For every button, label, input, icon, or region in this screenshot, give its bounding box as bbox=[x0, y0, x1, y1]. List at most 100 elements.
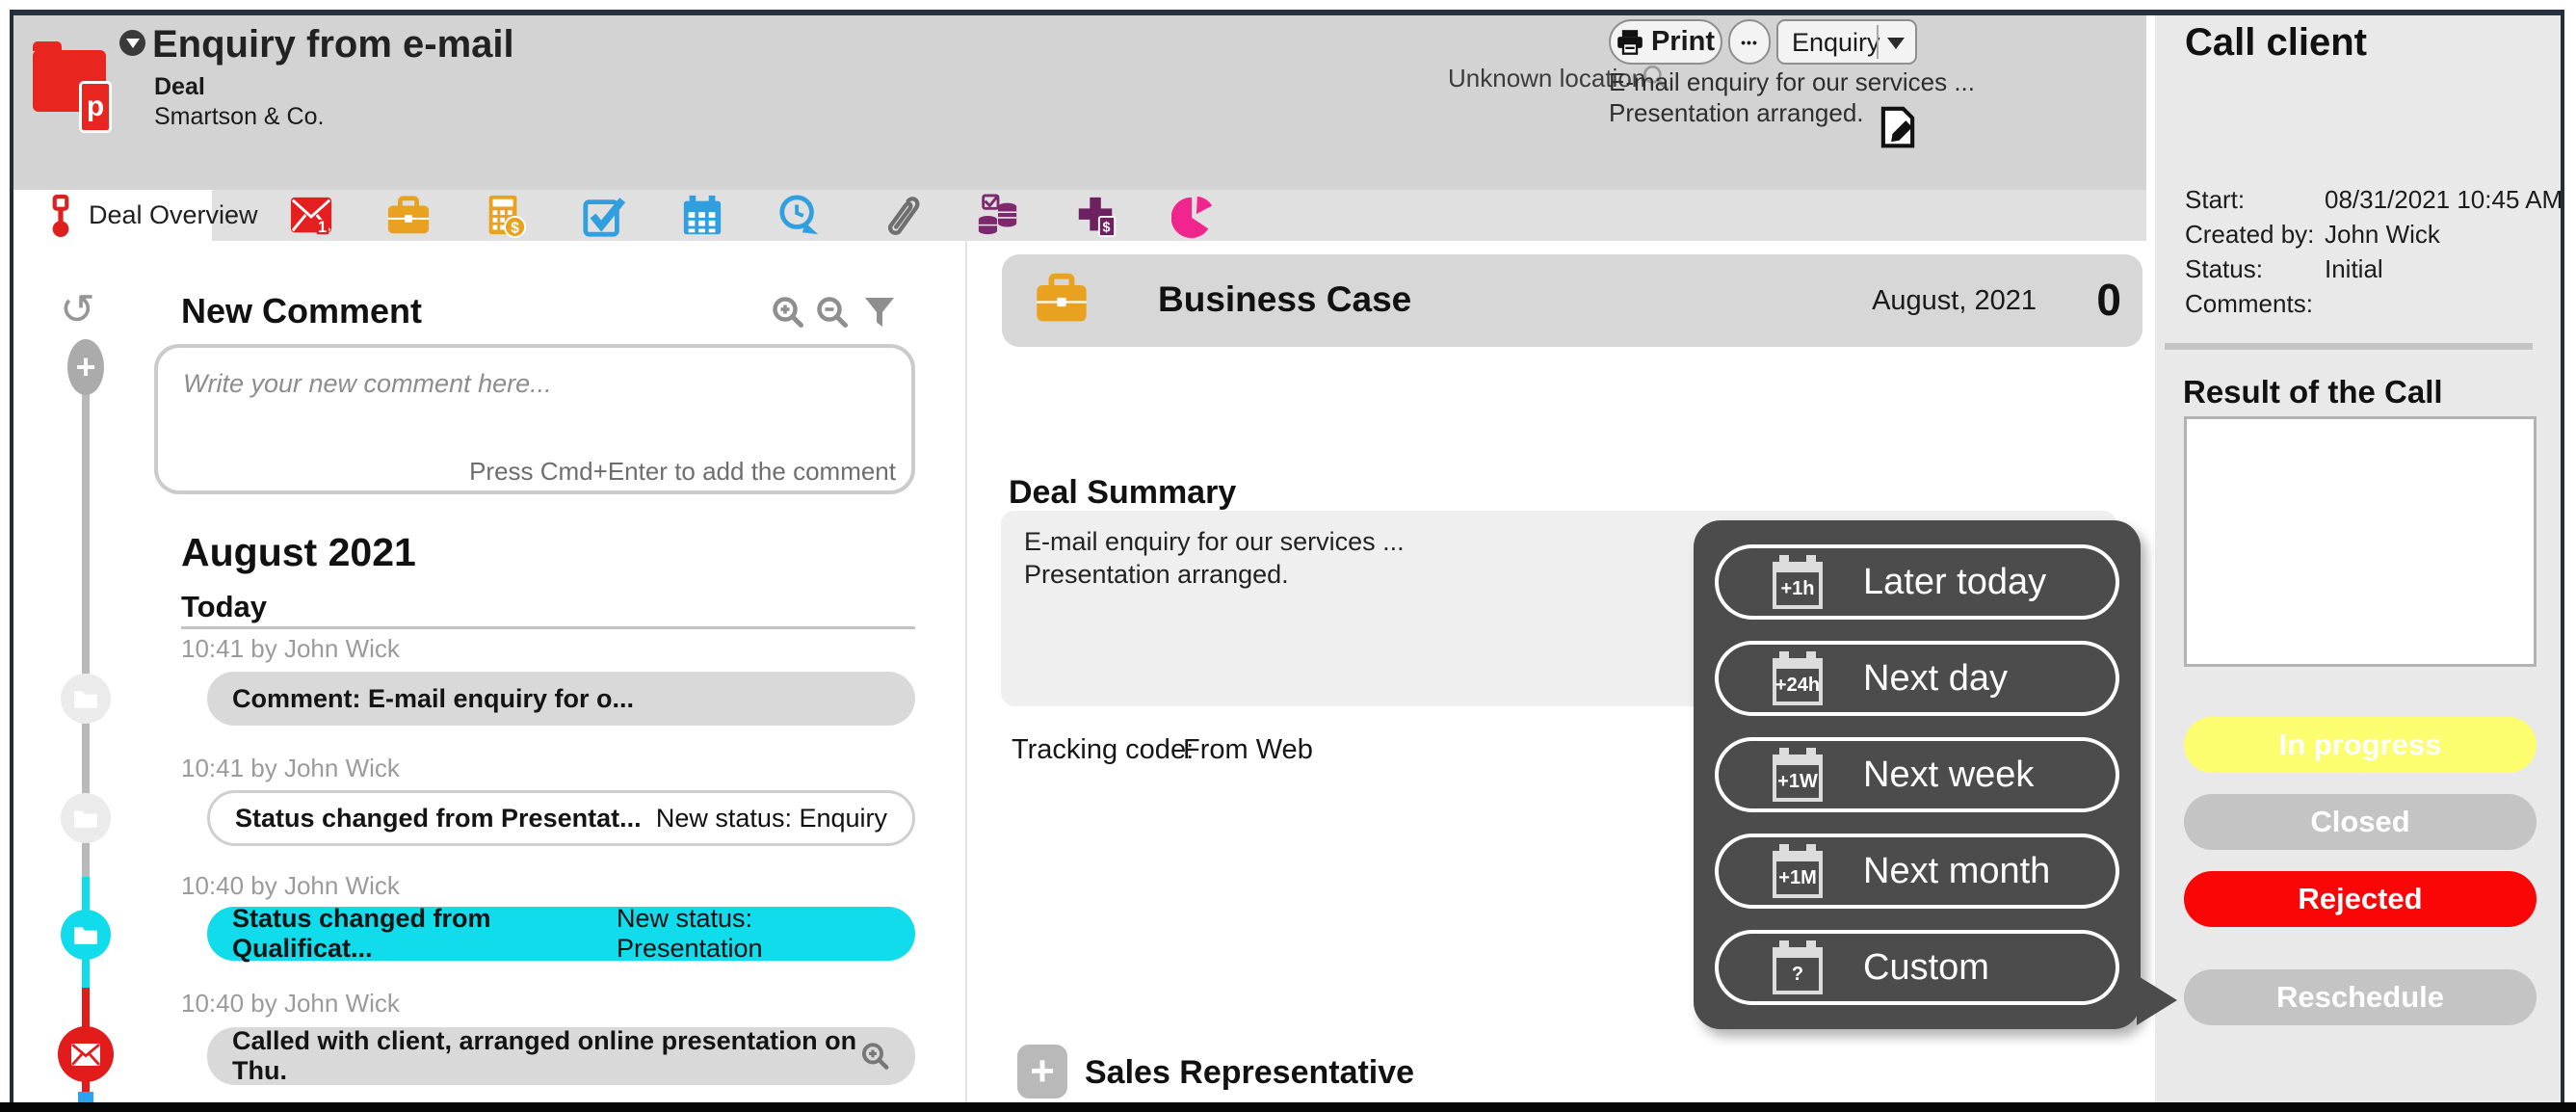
print-button[interactable]: Print bbox=[1609, 19, 1722, 65]
in-progress-button[interactable]: In progress bbox=[2184, 717, 2537, 773]
call-panel-title: Call client bbox=[2185, 21, 2367, 65]
tab-email-icon[interactable]: 1 bbox=[289, 194, 333, 238]
menu-item-label: Custom bbox=[1863, 947, 1989, 989]
zoom-in-icon[interactable] bbox=[771, 295, 805, 330]
day-header: Today bbox=[181, 590, 267, 624]
caret-down-icon bbox=[1887, 38, 1905, 49]
menu-item-later-today[interactable]: +1h Later today bbox=[1715, 544, 2119, 620]
menu-item-next-month[interactable]: +1M Next month bbox=[1715, 834, 2119, 909]
button-label: Reschedule bbox=[2276, 980, 2444, 1015]
zoom-out-icon[interactable] bbox=[815, 295, 850, 330]
menu-item-next-week[interactable]: +1W Next week bbox=[1715, 737, 2119, 812]
feed-item-time: 10:40 by John Wick bbox=[181, 871, 400, 901]
business-case-title: Business Case bbox=[1158, 279, 1411, 320]
result-of-call-input[interactable] bbox=[2184, 416, 2537, 667]
timeline-node-email[interactable] bbox=[58, 1026, 114, 1082]
day-divider bbox=[181, 626, 915, 629]
timeline-add-node[interactable]: + bbox=[67, 339, 104, 395]
feed-item-new-status: New status: Presentation bbox=[617, 904, 890, 964]
timeline-node-status1[interactable] bbox=[61, 793, 111, 843]
menu-item-label: Next day bbox=[1863, 658, 2008, 700]
calendar-plus-icon: +1M bbox=[1773, 844, 1823, 898]
menu-item-label: Next week bbox=[1863, 755, 2034, 796]
filter-icon[interactable] bbox=[862, 295, 897, 330]
printer-icon bbox=[1617, 29, 1643, 56]
app-logo: p bbox=[33, 50, 106, 112]
field-label: Status: bbox=[2185, 254, 2263, 284]
tab-deal-overview[interactable]: Deal Overview bbox=[13, 190, 212, 241]
field-value: John Wick bbox=[2325, 220, 2440, 250]
deal-summary-line1: E-mail enquiry for our services ... bbox=[1024, 527, 1405, 557]
edit-note-icon[interactable] bbox=[1877, 106, 1919, 148]
field-value: 08/31/2021 10:45 AM bbox=[2325, 185, 2563, 215]
feed-item-text: Status changed from Presentat... bbox=[235, 804, 642, 834]
feed-item-time: 10:41 by John Wick bbox=[181, 754, 400, 783]
menu-item-next-day[interactable]: +24h Next day bbox=[1715, 641, 2119, 716]
tracking-code-value: From Web bbox=[1183, 734, 1313, 766]
header-summary-line1: E-mail enquiry for our services ... bbox=[1609, 67, 1975, 97]
category-dropdown[interactable]: Enquiry bbox=[1776, 19, 1917, 65]
sales-rep-title: Sales Representative bbox=[1085, 1054, 1414, 1092]
field-label: Comments: bbox=[2185, 289, 2313, 319]
timeline-node-status2[interactable] bbox=[61, 910, 111, 960]
deal-summary-line2: Presentation arranged. bbox=[1024, 560, 1289, 590]
tab-activity-clock-icon[interactable] bbox=[777, 194, 822, 238]
menu-item-custom[interactable]: ? Custom bbox=[1715, 930, 2119, 1005]
sales-rep-add-button[interactable]: + bbox=[1017, 1045, 1067, 1099]
closed-button[interactable]: Closed bbox=[2184, 794, 2537, 850]
company-name: Smartson & Co. bbox=[154, 103, 324, 131]
category-dropdown-value: Enquiry bbox=[1792, 28, 1880, 58]
content-divider bbox=[965, 241, 967, 1102]
feed-item-time: 10:40 by John Wick bbox=[181, 989, 400, 1019]
folder-icon bbox=[73, 924, 98, 945]
folder-icon bbox=[73, 808, 98, 829]
feed-item-text: Called with client, arranged online pres… bbox=[232, 1026, 860, 1086]
tab-briefcase-icon[interactable] bbox=[386, 194, 431, 238]
timeline-undo-icon[interactable]: ↺ bbox=[60, 285, 95, 334]
button-label: Rejected bbox=[2298, 882, 2422, 916]
button-label: Closed bbox=[2310, 805, 2409, 839]
feed-item-text: Comment: E-mail enquiry for o... bbox=[232, 684, 634, 714]
svg-text:$: $ bbox=[511, 220, 519, 236]
app-logo-letter: p bbox=[79, 81, 112, 133]
button-label: In progress bbox=[2279, 728, 2442, 762]
tracking-code-label: Tracking code: bbox=[1012, 734, 1194, 766]
rejected-button[interactable]: Rejected bbox=[2184, 871, 2537, 927]
comment-hint: Press Cmd+Enter to add the comment bbox=[0, 457, 896, 487]
feed-item-call-note[interactable]: Called with client, arranged online pres… bbox=[207, 1027, 915, 1085]
feed-item-status-change-highlighted[interactable]: Status changed from Qualificat... New st… bbox=[207, 907, 915, 961]
tab-coins-icon[interactable] bbox=[976, 194, 1020, 238]
tab-deal-overview-label: Deal Overview bbox=[89, 200, 258, 230]
feed-item-new-status: New status: Enquiry bbox=[656, 804, 887, 834]
calendar-plus-icon: +1h bbox=[1773, 555, 1823, 609]
header-summary-line2: Presentation arranged. bbox=[1609, 98, 1864, 128]
calendar-plus-icon: +1W bbox=[1773, 748, 1823, 802]
result-of-call-title: Result of the Call bbox=[2183, 374, 2443, 410]
magnify-item-icon[interactable] bbox=[860, 1040, 890, 1072]
feed-item-status-change[interactable]: Status changed from Presentat... New sta… bbox=[207, 790, 915, 846]
collapse-circle-icon[interactable] bbox=[119, 30, 145, 56]
tab-attachment-icon[interactable] bbox=[878, 194, 922, 238]
more-actions-button[interactable]: ••• bbox=[1728, 19, 1771, 65]
feed-item-text: Status changed from Qualificat... bbox=[232, 904, 617, 964]
new-comment-title: New Comment bbox=[181, 291, 422, 331]
business-case-count: 0 bbox=[2096, 274, 2121, 326]
tab-calendar-icon[interactable] bbox=[680, 194, 724, 238]
briefcase-icon bbox=[1035, 272, 1089, 326]
feed-item-time: 10:41 by John Wick bbox=[181, 634, 400, 664]
timeline-node-comment[interactable] bbox=[61, 674, 111, 724]
month-header: August 2021 bbox=[181, 530, 416, 575]
business-case-header[interactable]: Business Case August, 2021 0 bbox=[1002, 254, 2142, 347]
tab-calculator-icon[interactable]: $ bbox=[483, 194, 527, 238]
business-case-period: August, 2021 bbox=[1872, 285, 2037, 317]
tab-pie-chart-icon[interactable] bbox=[1171, 194, 1216, 238]
call-panel-divider bbox=[2165, 343, 2533, 350]
menu-item-label: Later today bbox=[1863, 562, 2046, 603]
deal-summary-title: Deal Summary bbox=[1009, 474, 1236, 512]
reschedule-button[interactable]: Reschedule bbox=[2184, 969, 2537, 1025]
print-button-label: Print bbox=[1651, 26, 1715, 58]
tab-health-cost-icon[interactable]: $ bbox=[1074, 194, 1118, 238]
feed-item-comment[interactable]: Comment: E-mail enquiry for o... bbox=[207, 672, 915, 726]
tab-checkbox-icon[interactable] bbox=[582, 194, 626, 238]
field-label: Created by: bbox=[2185, 220, 2314, 250]
